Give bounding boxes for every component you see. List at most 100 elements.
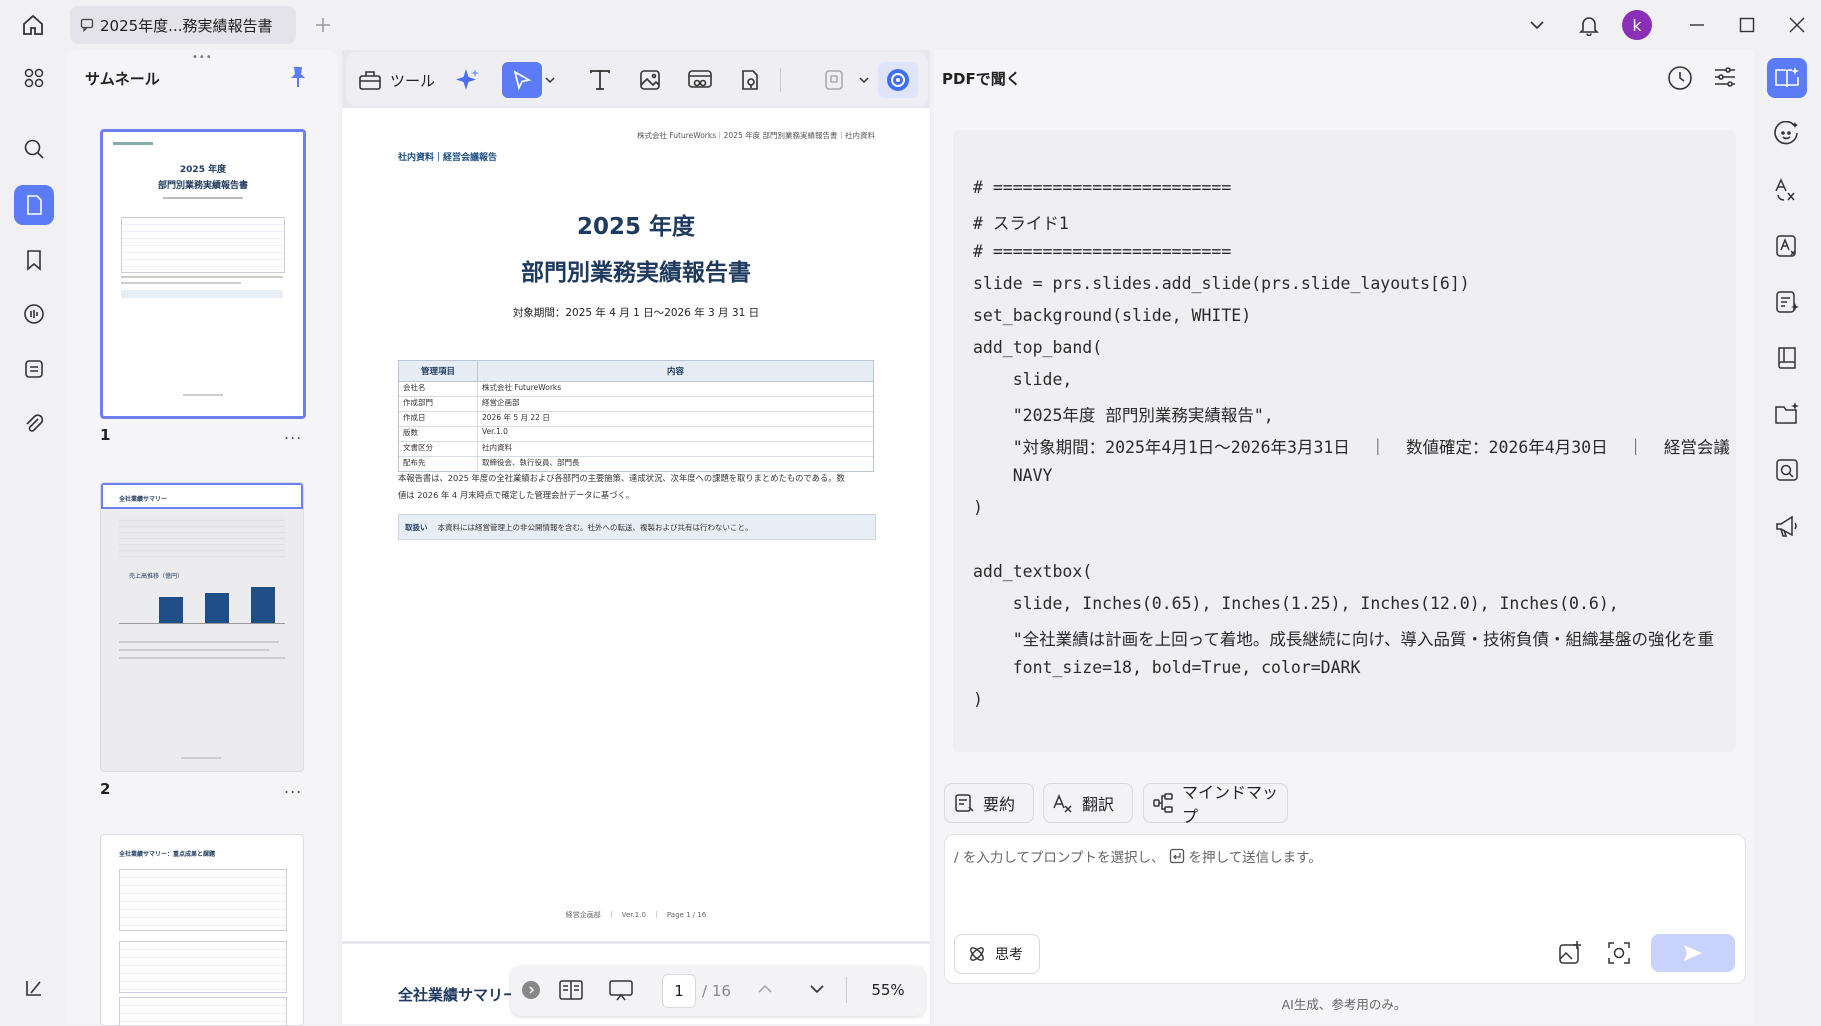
presentation-icon[interactable] (608, 978, 634, 1002)
ai-summarize-icon[interactable] (1767, 282, 1807, 322)
code-line: font_size=18, bold=True, color=DARK (973, 658, 1361, 677)
code-line: set_background(slide, WHITE) (973, 306, 1252, 325)
tools-button[interactable]: ツール (358, 62, 435, 98)
translate-icon (1052, 792, 1074, 814)
mindmap-chip[interactable]: マインドマップ (1143, 783, 1288, 826)
comment-icon (80, 18, 94, 32)
summary-chip[interactable]: 要約 (944, 783, 1034, 823)
code-line: "2025年度 部門別業務実績報告", (973, 406, 1274, 425)
page-thumbnail-2[interactable]: 全社業績サマリー 売上高推移（億円） (100, 482, 304, 772)
next-page-title: 全社業績サマリー (398, 986, 519, 1004)
chevron-down-icon[interactable] (1524, 12, 1550, 38)
chevron-down-icon[interactable] (854, 62, 874, 98)
ai-folder-icon[interactable] (1767, 394, 1807, 434)
send-button[interactable] (1651, 934, 1735, 972)
chevron-up-icon[interactable] (756, 980, 774, 998)
ai-proofread-icon[interactable] (1767, 226, 1807, 266)
thumb2-header: 全社業績サマリー (119, 496, 168, 503)
apps-grid-icon[interactable] (14, 58, 54, 98)
enter-key-icon (1169, 848, 1185, 864)
panel-title: サムネール (85, 70, 160, 88)
code-line: ) (973, 690, 983, 709)
summary-icon (953, 792, 975, 814)
table-row: 作成日 2026 年 5 月 22 日 (399, 412, 873, 427)
code-line: add_textbox( (973, 562, 1093, 581)
avatar[interactable]: k (1622, 10, 1652, 40)
chevron-down-icon[interactable] (808, 980, 826, 998)
page-section-label: 社内資料｜経営会議報告 (398, 153, 498, 163)
page-thumbnail-3[interactable]: 全社業績サマリー：重点成果と課題 (100, 834, 304, 1026)
pdf-page: 株式会社 FutureWorks｜2025 年度 部門別業務実績報告書｜社内資料… (342, 108, 930, 941)
atom-icon (967, 944, 987, 964)
drag-handle[interactable]: ••• (192, 52, 213, 63)
translate-chip[interactable]: 翻訳 (1043, 783, 1133, 823)
home-icon[interactable] (18, 10, 48, 40)
ai-chat-icon[interactable] (1767, 114, 1807, 154)
doc-title-year: 2025 年度 (576, 214, 696, 240)
attachments-panel-icon[interactable] (14, 349, 54, 389)
save-icon[interactable] (814, 62, 854, 98)
thumb-title-main: 部門別業務実績報告書 (157, 181, 248, 191)
thumbnail-panel-icon[interactable] (14, 185, 54, 225)
new-tab-icon[interactable] (310, 12, 336, 38)
ai-translate-icon[interactable] (1767, 170, 1807, 210)
chevron-down-icon[interactable] (542, 62, 558, 98)
bookmark-icon[interactable] (14, 240, 54, 280)
table-row: 作成部門 経営企画部 (399, 397, 873, 412)
maximize-icon[interactable] (1734, 12, 1760, 38)
more-options-icon[interactable]: ... (284, 778, 302, 797)
code-line: add_top_band( (973, 338, 1103, 357)
settings-sliders-icon[interactable] (1712, 64, 1738, 90)
stamp-tool-icon[interactable] (730, 62, 770, 98)
select-tool-button[interactable] (502, 62, 542, 98)
doc-period: 対象期間：2025 年 4 月 1 日〜2026 年 3 月 31 日 (512, 307, 760, 319)
minimize-icon[interactable] (1684, 12, 1710, 38)
link-tool-icon[interactable] (680, 62, 720, 98)
page-thumbnail-1[interactable]: 2025 年度 部門別業務実績報告書 (100, 129, 306, 419)
think-mode-toggle[interactable]: 思考 (954, 934, 1040, 974)
close-icon[interactable] (1784, 12, 1810, 38)
doc-title-main: 部門別業務実績報告書 (521, 260, 751, 286)
text-tool-icon[interactable] (580, 62, 620, 98)
code-line: "対象期間：2025年4月1日〜2026年3月31日 ｜ 数値確定：2026年4… (973, 438, 1730, 457)
ai-sparkle-icon[interactable] (447, 62, 487, 98)
page-number-input[interactable]: 1 (662, 974, 696, 1008)
history-icon[interactable] (1666, 64, 1694, 92)
code-line: slide = prs.slides.add_slide(prs.slide_l… (973, 274, 1470, 293)
sidebar-toggle-icon[interactable] (14, 968, 54, 1008)
notice-box: 取扱い 本資料には経営管理上の非公開情報を含む。社外への転送、複製および共有は行… (398, 514, 876, 540)
ai-assistant-icon[interactable] (878, 62, 918, 98)
zoom-level[interactable]: 55% (862, 974, 914, 1006)
bell-icon[interactable] (1574, 10, 1604, 40)
prompt-placeholder: / を入力してプロンプトを選択し、 を押して送信します。 (954, 848, 1322, 866)
toolbox-icon (358, 69, 382, 91)
image-tool-icon[interactable] (630, 62, 670, 98)
page-number-1: 1 (100, 426, 111, 444)
book-icon[interactable] (1767, 338, 1807, 378)
code-line: slide, (973, 370, 1073, 389)
pin-icon[interactable] (288, 66, 308, 88)
code-line: # ======================== (973, 242, 1232, 261)
add-image-icon[interactable] (1557, 940, 1583, 966)
thumb3-header: 全社業績サマリー：重点成果と課題 (119, 851, 216, 858)
paperclip-icon[interactable] (14, 404, 54, 444)
table-row: 版数 Ver.1.0 (399, 427, 873, 442)
chevron-right-icon[interactable] (522, 981, 540, 999)
screenshot-icon[interactable] (1606, 940, 1632, 966)
info-table: 管理項目 内容 会社名 株式会社 FutureWorks 作成部門 経営企画部 作成… (398, 360, 874, 472)
two-page-view-icon[interactable] (558, 978, 584, 1002)
tab-title: 2025年度...務実績報告書 (100, 16, 273, 35)
more-options-icon[interactable]: ... (284, 424, 302, 443)
comments-icon[interactable] (14, 294, 54, 334)
ask-pdf-icon[interactable] (1767, 58, 1807, 98)
thumb-title-year: 2025 年度 (179, 165, 227, 175)
table-row: 会社名 株式会社 FutureWorks (399, 382, 873, 397)
search-icon[interactable] (14, 129, 54, 169)
page-footer: 経営企画部 ｜ Ver.1.0 ｜ Page 1 / 16 (565, 911, 707, 919)
thumb2-chart-title: 売上高推移（億円） (129, 573, 184, 580)
table-header-row: 管理項目 内容 (398, 360, 874, 382)
ai-search-icon[interactable] (1767, 450, 1807, 490)
code-line: # スライド1 (973, 214, 1069, 233)
megaphone-icon[interactable] (1767, 506, 1807, 546)
document-tab[interactable]: 2025年度...務実績報告書 (70, 6, 296, 44)
